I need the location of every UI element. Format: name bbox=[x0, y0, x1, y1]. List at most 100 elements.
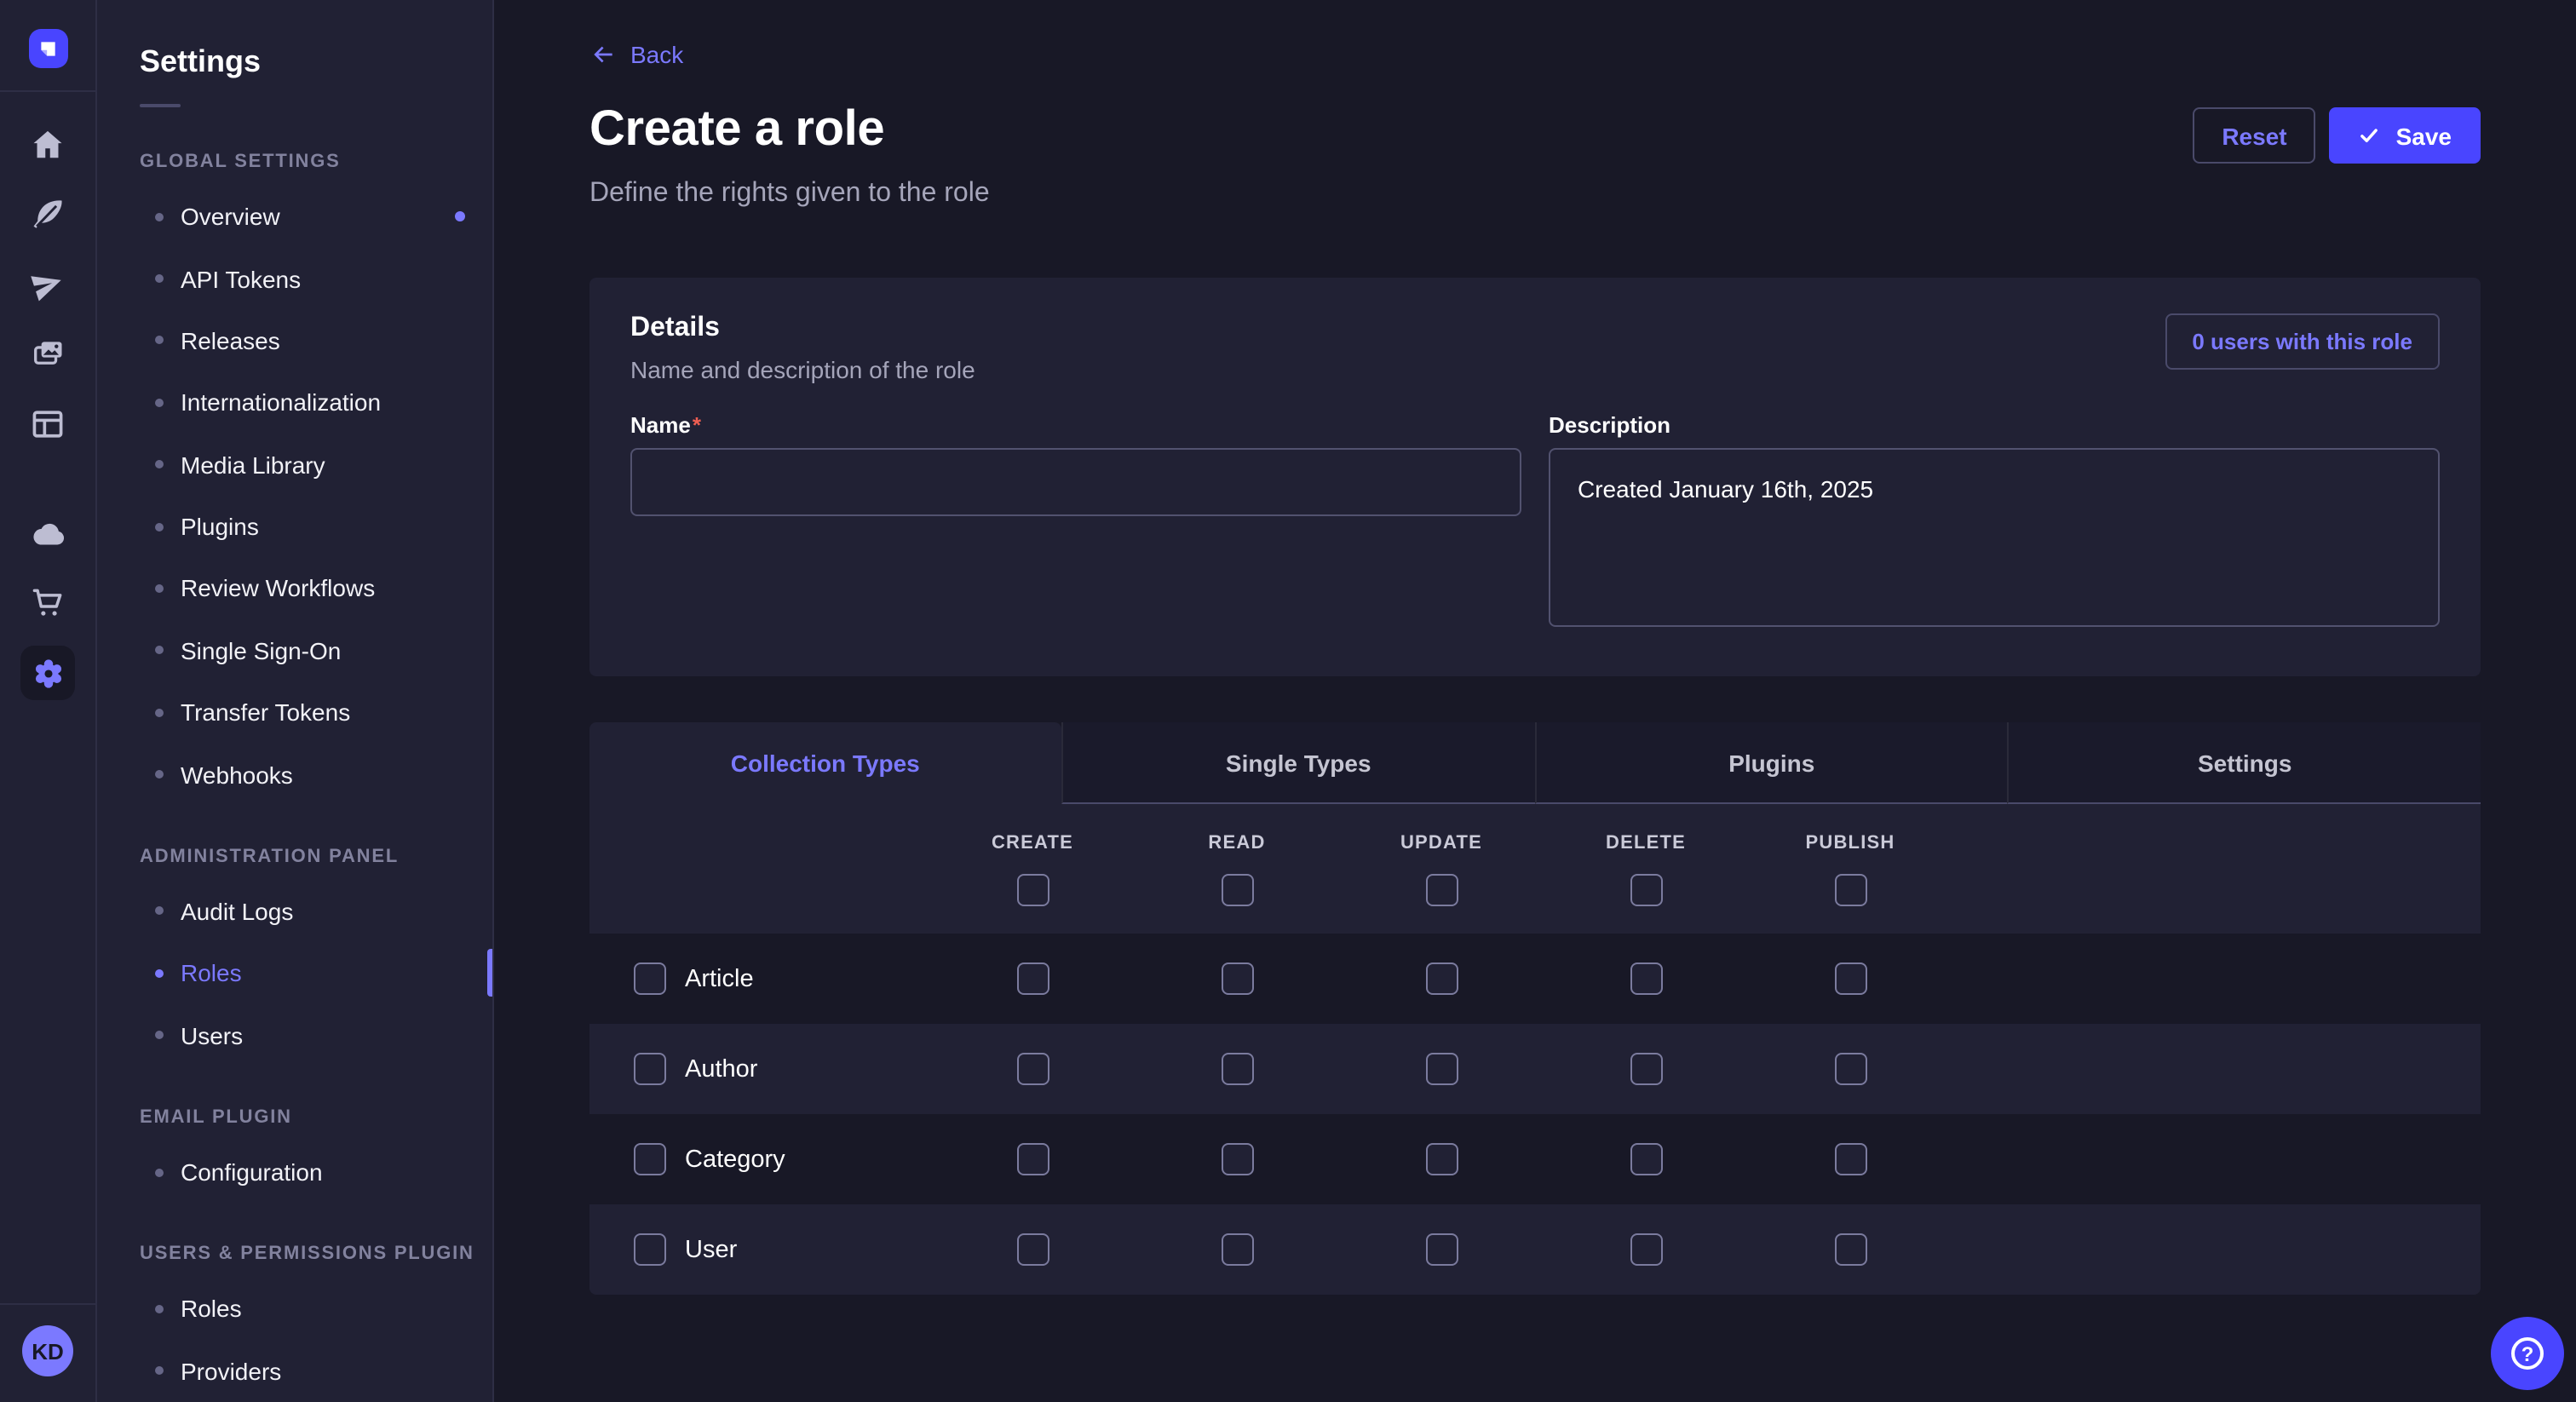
section-header-administration-panel: ADMINISTRATION PANEL bbox=[97, 846, 492, 866]
main-nav-rail: KD bbox=[0, 0, 97, 1402]
details-card-titles: Details Name and description of the role bbox=[630, 313, 975, 383]
rail-icon-nav bbox=[20, 118, 75, 715]
paper-plane-icon[interactable] bbox=[20, 257, 75, 312]
row-select-checkbox[interactable] bbox=[634, 1233, 666, 1266]
select-all-create-checkbox[interactable] bbox=[1016, 874, 1049, 906]
column-header-read: READ bbox=[1135, 833, 1339, 853]
media-library-icon[interactable] bbox=[20, 327, 75, 382]
sidebar-item-providers[interactable]: Providers bbox=[97, 1340, 492, 1402]
permission-read-checkbox[interactable] bbox=[1221, 1143, 1253, 1175]
rail-divider bbox=[0, 90, 95, 92]
bullet-icon bbox=[155, 1031, 164, 1039]
sidebar-item-roles-admin[interactable]: Roles bbox=[97, 942, 492, 1004]
layout-icon[interactable] bbox=[20, 397, 75, 451]
column-header-update: UPDATE bbox=[1339, 833, 1544, 853]
settings-gear-icon[interactable] bbox=[20, 646, 75, 700]
column-header-delete: DELETE bbox=[1544, 833, 1748, 853]
page-header: Create a role Reset Save bbox=[589, 102, 2481, 164]
select-all-row bbox=[589, 874, 2481, 906]
row-label: User bbox=[685, 1236, 737, 1263]
sidebar-item-transfer-tokens[interactable]: Transfer Tokens bbox=[97, 681, 492, 744]
feather-icon[interactable] bbox=[20, 187, 75, 242]
back-link[interactable]: Back bbox=[589, 41, 683, 68]
permission-update-checkbox[interactable] bbox=[1425, 1053, 1458, 1085]
row-label: Category bbox=[685, 1146, 785, 1173]
sidebar-item-review-workflows[interactable]: Review Workflows bbox=[97, 557, 492, 619]
sidebar-item-users[interactable]: Users bbox=[97, 1004, 492, 1066]
strapi-logo-icon[interactable] bbox=[28, 29, 67, 68]
permission-create-checkbox[interactable] bbox=[1016, 962, 1049, 995]
sidebar-item-single-sign-on[interactable]: Single Sign-On bbox=[97, 619, 492, 681]
sidebar-item-api-tokens[interactable]: API Tokens bbox=[97, 248, 492, 310]
role-description-textarea[interactable]: Created January 16th, 2025 bbox=[1549, 448, 2440, 627]
details-card: Details Name and description of the role… bbox=[589, 278, 2481, 676]
sidebar-item-configuration[interactable]: Configuration bbox=[97, 1141, 492, 1204]
permission-update-checkbox[interactable] bbox=[1425, 1143, 1458, 1175]
page-subtitle: Define the rights given to the role bbox=[589, 179, 2481, 210]
tab-settings[interactable]: Settings bbox=[2008, 722, 2481, 804]
permission-publish-checkbox[interactable] bbox=[1834, 1143, 1866, 1175]
users-with-role-button[interactable]: 0 users with this role bbox=[2165, 313, 2440, 370]
cart-icon[interactable] bbox=[20, 576, 75, 630]
tab-single-types[interactable]: Single Types bbox=[1061, 722, 1535, 804]
permission-delete-checkbox[interactable] bbox=[1630, 1143, 1662, 1175]
bullet-icon bbox=[155, 336, 164, 345]
permission-create-checkbox[interactable] bbox=[1016, 1233, 1049, 1266]
permission-publish-checkbox[interactable] bbox=[1834, 1233, 1866, 1266]
save-button[interactable]: Save bbox=[2330, 107, 2481, 164]
rail-divider bbox=[0, 1303, 95, 1305]
bullet-icon bbox=[155, 907, 164, 916]
sidebar-item-webhooks[interactable]: Webhooks bbox=[97, 744, 492, 806]
row-select-checkbox[interactable] bbox=[634, 1053, 666, 1085]
sidebar-item-plugins[interactable]: Plugins bbox=[97, 496, 492, 558]
permission-delete-checkbox[interactable] bbox=[1630, 1233, 1662, 1266]
tab-plugins[interactable]: Plugins bbox=[1534, 722, 2008, 804]
bullet-icon bbox=[155, 1367, 164, 1376]
permission-update-checkbox[interactable] bbox=[1425, 962, 1458, 995]
sidebar-title-rule bbox=[140, 104, 181, 107]
help-button[interactable]: ? bbox=[2491, 1317, 2564, 1390]
settings-sidebar: Settings GLOBAL SETTINGS Overview API To… bbox=[97, 0, 494, 1402]
sidebar-item-internationalization[interactable]: Internationalization bbox=[97, 371, 492, 434]
permission-read-checkbox[interactable] bbox=[1221, 1053, 1253, 1085]
sidebar-item-roles-up[interactable]: Roles bbox=[97, 1278, 492, 1340]
strapi-logo-glyph bbox=[28, 29, 67, 68]
table-row-user: User bbox=[589, 1204, 2481, 1295]
bullet-icon bbox=[155, 646, 164, 655]
table-row-category: Category bbox=[589, 1114, 2481, 1204]
select-all-read-checkbox[interactable] bbox=[1221, 874, 1253, 906]
bullet-icon bbox=[155, 770, 164, 779]
permission-read-checkbox[interactable] bbox=[1221, 962, 1253, 995]
select-all-update-checkbox[interactable] bbox=[1425, 874, 1458, 906]
sidebar-item-media-library[interactable]: Media Library bbox=[97, 434, 492, 496]
permission-delete-checkbox[interactable] bbox=[1630, 1053, 1662, 1085]
permission-publish-checkbox[interactable] bbox=[1834, 1053, 1866, 1085]
sidebar-item-releases[interactable]: Releases bbox=[97, 309, 492, 371]
row-label: Article bbox=[685, 965, 754, 992]
role-name-input[interactable] bbox=[630, 448, 1521, 516]
permission-delete-checkbox[interactable] bbox=[1630, 962, 1662, 995]
select-all-delete-checkbox[interactable] bbox=[1630, 874, 1662, 906]
permission-publish-checkbox[interactable] bbox=[1834, 962, 1866, 995]
bullet-icon bbox=[155, 1168, 164, 1176]
cloud-icon[interactable] bbox=[20, 506, 75, 560]
reset-button[interactable]: Reset bbox=[2193, 107, 2315, 164]
app-window: KD Settings GLOBAL SETTINGS Overview API… bbox=[0, 0, 2576, 1402]
sidebar-item-audit-logs[interactable]: Audit Logs bbox=[97, 880, 492, 942]
row-label: Author bbox=[685, 1055, 757, 1083]
user-avatar[interactable]: KD bbox=[22, 1325, 73, 1376]
sidebar-item-overview[interactable]: Overview bbox=[97, 186, 492, 248]
permission-read-checkbox[interactable] bbox=[1221, 1233, 1253, 1266]
home-icon[interactable] bbox=[20, 118, 75, 172]
bullet-icon bbox=[155, 212, 164, 221]
permission-create-checkbox[interactable] bbox=[1016, 1143, 1049, 1175]
permissions-tabbar: Collection Types Single Types Plugins Se… bbox=[589, 722, 2481, 804]
arrow-left-icon bbox=[589, 41, 617, 68]
details-title: Details bbox=[630, 313, 975, 344]
select-all-publish-checkbox[interactable] bbox=[1834, 874, 1866, 906]
permission-update-checkbox[interactable] bbox=[1425, 1233, 1458, 1266]
permission-create-checkbox[interactable] bbox=[1016, 1053, 1049, 1085]
row-select-checkbox[interactable] bbox=[634, 962, 666, 995]
tab-collection-types[interactable]: Collection Types bbox=[589, 722, 1061, 804]
row-select-checkbox[interactable] bbox=[634, 1143, 666, 1175]
